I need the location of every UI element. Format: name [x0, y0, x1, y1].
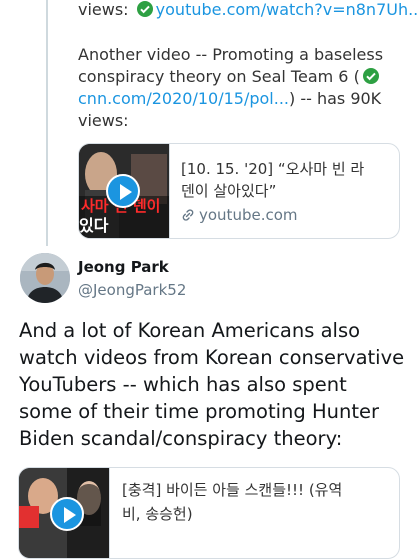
card1-title-line2: 덴이 살아있다” — [181, 182, 277, 200]
tweet1-para2-line4: views: — [78, 111, 129, 130]
play-icon[interactable] — [50, 497, 84, 531]
youtube-link[interactable]: youtube.com/watch?v=n8n7Uh... — [156, 0, 417, 19]
card1-title-line1: [10. 15. '20] “오사마 빈 라 — [181, 160, 365, 178]
author-name[interactable]: Jeong Park — [78, 258, 169, 276]
card1-domain: youtube.com — [181, 206, 298, 224]
thread-line — [46, 0, 48, 246]
author-handle[interactable]: @JeongPark52 — [78, 281, 186, 299]
play-icon[interactable] — [106, 174, 140, 208]
tweet2-body-line: And a lot of Korean Americans also — [19, 319, 361, 342]
card1-domain-text: youtube.com — [199, 206, 298, 224]
check-icon — [362, 68, 379, 84]
avatar-image — [20, 253, 70, 303]
tweet2-body-line: watch videos from Korean conservative — [19, 346, 405, 369]
tweet1-para2-line3: cnn.com/2020/10/15/pol...) -- has 90K — [78, 88, 381, 110]
avatar[interactable] — [20, 253, 70, 303]
tweet2-body-line: some of their time promoting Hunter — [19, 400, 380, 423]
youtube-link-card-2[interactable]: [충격] 바이든 아들 스캔들!!! (유역 비, 송승헌) — [18, 467, 400, 559]
tweet1-para2-line1: Another video -- Promoting a baseless — [78, 45, 384, 64]
cnn-link[interactable]: cnn.com/2020/10/15/pol... — [78, 89, 289, 108]
tweet1-line1: views: youtube.com/watch?v=n8n7Uh... — [78, 0, 417, 21]
video-thumbnail: 사마 빈 덴이 있다 — [79, 144, 170, 238]
check-icon — [136, 1, 153, 17]
link-icon — [182, 209, 194, 221]
card2-title-line2: 비, 송승헌) — [122, 505, 193, 523]
card2-title-line1: [충격] 바이든 아들 스캔들!!! (유역 — [122, 481, 343, 499]
tweet2-body: And a lot of Korean Americans also watch… — [19, 317, 409, 452]
tweet2-body-line: YouTubers -- which has also spent — [19, 373, 347, 396]
views-count-text: ) -- has 90K — [288, 89, 382, 108]
para2-text: conspiracy theory on Seal Team 6 ( — [78, 67, 360, 86]
thumbnail-caption-2: 있다 — [79, 216, 109, 235]
tweet1-para2-line2: conspiracy theory on Seal Team 6 ( — [78, 66, 382, 88]
tweet2-body-line: Biden scandal/conspiracy theory: — [19, 427, 343, 450]
youtube-link-card[interactable]: 사마 빈 덴이 있다 [10. 15. '20] “오사마 빈 라 덴이 살아있… — [78, 143, 400, 239]
views-label: views: — [78, 0, 129, 19]
video-thumbnail-2 — [19, 468, 110, 558]
